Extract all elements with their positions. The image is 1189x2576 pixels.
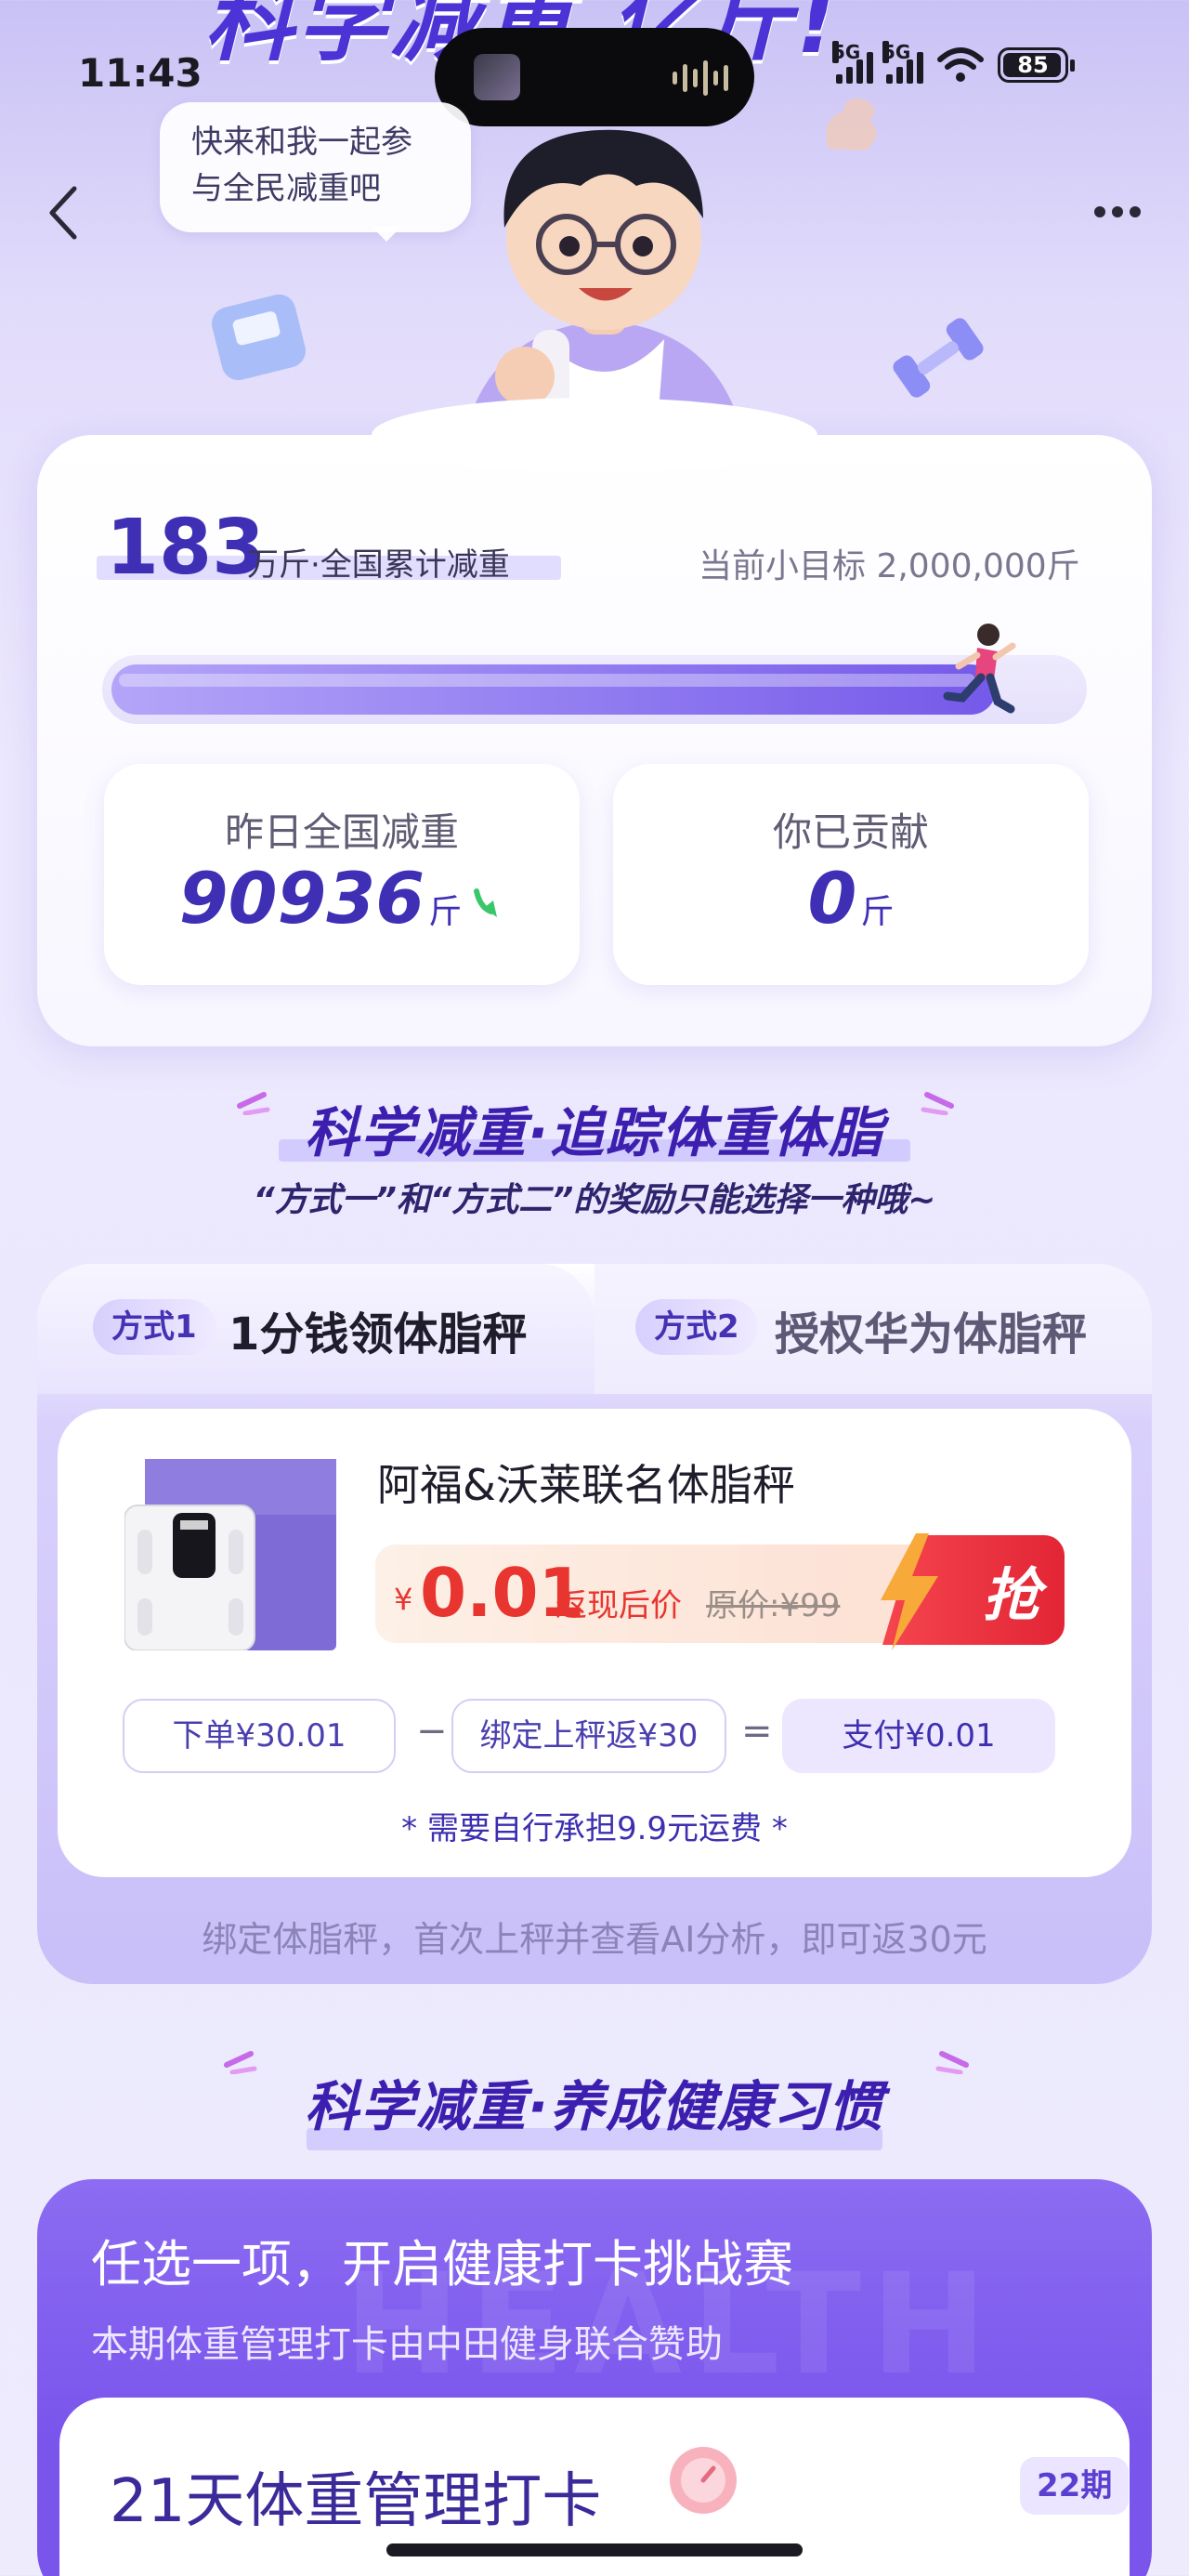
back-button[interactable] (35, 182, 91, 243)
status-icons: 5G 5G 85 (832, 41, 1075, 84)
product-image[interactable] (124, 1459, 338, 1650)
home-indicator[interactable] (386, 2543, 803, 2556)
chevron-left-icon (49, 186, 77, 240)
issue-badge: 22期 (1020, 2457, 1130, 2515)
cellular-signal-icon: 5G (882, 41, 923, 84)
yesterday-value: 90936 (178, 857, 425, 940)
rebate-box: 绑定上秤返¥30 (451, 1699, 726, 1773)
shipping-note: * 需要自行承担9.9元运费 * (401, 1810, 788, 1847)
total-weight-loss-value: 183 (106, 504, 266, 592)
contribution-stat-box: 你已贡献 0斤 (613, 764, 1089, 985)
scale-decoration-icon (211, 294, 306, 381)
order-price-box: 下单¥30.01 (123, 1699, 396, 1773)
contribution-label: 你已贡献 (772, 809, 929, 855)
muscle-arm-icon (826, 98, 877, 151)
more-dot (1112, 206, 1123, 217)
battery-level: 85 (1017, 52, 1049, 78)
goal-label: 当前小目标 2,000,000斤 (699, 547, 1080, 585)
battery-icon: 85 (998, 47, 1075, 83)
now-playing-thumbnail (474, 54, 520, 100)
contribution-value-row: 0斤 (613, 857, 1089, 940)
section-title-habits: 科学减重·养成健康习惯 (304, 2075, 885, 2138)
yesterday-label: 昨日全国减重 (224, 809, 459, 855)
product-name[interactable]: 阿福&沃莱联名体脂秤 (377, 1452, 795, 1513)
challenge-subtitle: 本期体重管理打卡由中田健身联合赞助 (91, 2323, 723, 2366)
progress-fill (111, 664, 996, 715)
rebate-note: 绑定体脂秤，首次上秤并查看AI分析，即可返30元 (202, 1919, 987, 1960)
price-currency: ¥ (394, 1582, 413, 1617)
challenge-title: 任选一项，开启健康打卡挑战赛 (91, 2235, 793, 2293)
yesterday-stat-box: 昨日全国减重 90936 斤 (104, 764, 580, 985)
tab-option-1-label: 1分钱领体脂秤 (229, 1308, 528, 1360)
tab-option-2-badge: 方式2 (635, 1299, 758, 1355)
tab-option-1-badge: 方式1 (93, 1299, 216, 1355)
more-dot (1130, 206, 1141, 217)
total-weight-loss-label: 万斤·全国累计减重 (247, 546, 510, 584)
section-subtitle-tracking: “方式一”和“方式二”的奖励只能选择一种哦~ (253, 1181, 936, 1219)
original-price: 原价:¥99 (706, 1587, 841, 1624)
tab-option-2-label: 授权华为体脂秤 (775, 1308, 1088, 1360)
equals-sign: = (741, 1710, 773, 1753)
more-options-button[interactable] (1085, 193, 1150, 230)
status-time: 11:43 (78, 50, 203, 96)
yesterday-unit: 斤 (428, 893, 463, 931)
lightning-bolt-icon (881, 1533, 938, 1650)
dumbbell-icon (893, 318, 984, 398)
contribution-unit: 斤 (860, 893, 895, 931)
runner-icon (943, 624, 1016, 714)
challenge-item-title[interactable]: 21天体重管理打卡 (110, 2453, 601, 2539)
price-tag: 返现后价 (555, 1587, 682, 1624)
wifi-icon (937, 47, 984, 82)
yesterday-value-row: 90936 斤 (104, 857, 580, 940)
pay-box: 支付¥0.01 (782, 1699, 1055, 1773)
trend-down-icon (474, 888, 498, 917)
audio-wave-icon (673, 58, 728, 99)
more-dot (1094, 206, 1105, 217)
contribution-value: 0 (807, 857, 857, 940)
section-title-tracking: 科学减重·追踪体重体脂 (304, 1101, 885, 1164)
progress-shine (119, 674, 975, 687)
cellular-signal-icon: 5G (832, 41, 873, 84)
scale-icon (670, 2447, 737, 2514)
minus-sign: − (416, 1710, 448, 1753)
